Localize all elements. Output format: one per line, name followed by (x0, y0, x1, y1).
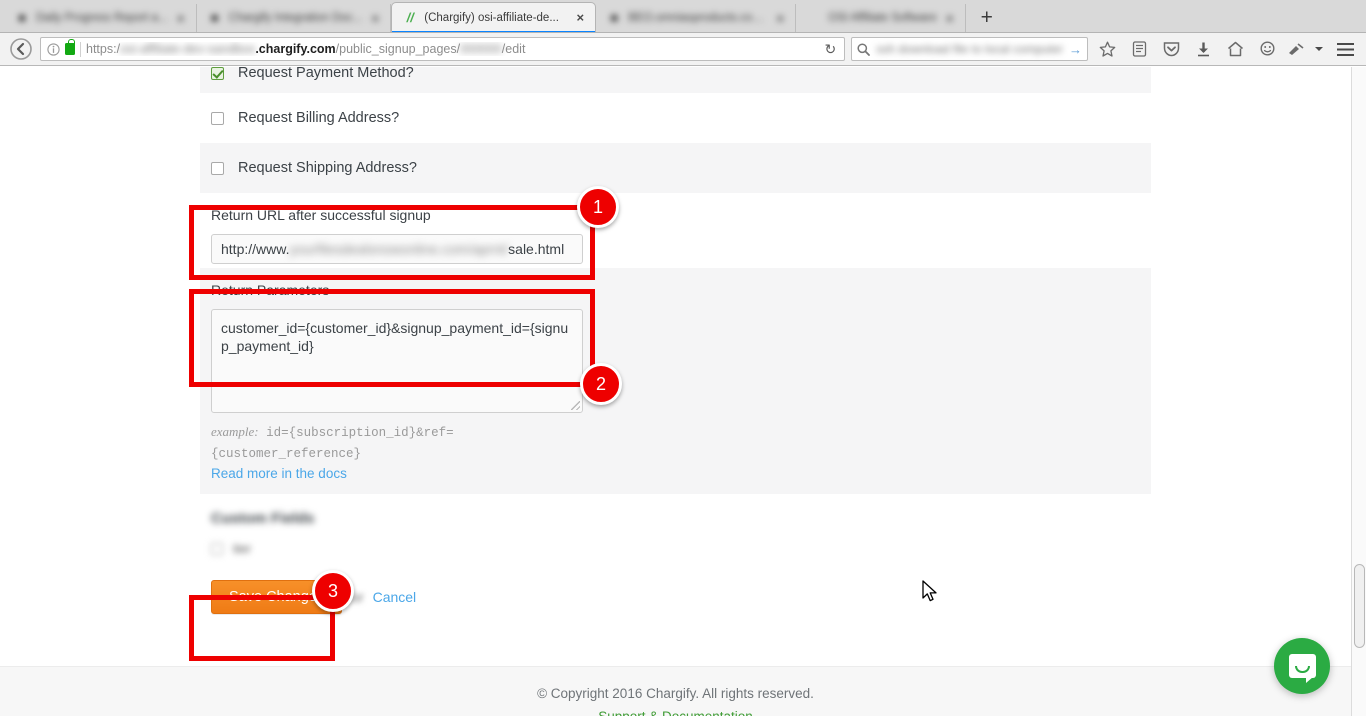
toolbar-dropdown-icon[interactable] (1312, 36, 1326, 62)
form-content-column: Request Payment Method? Request Billing … (200, 67, 1151, 614)
browser-tab-1[interactable]: ■ Daily Progress Report a... × (4, 4, 197, 32)
annotation-badge-2: 2 (580, 363, 622, 405)
url-domain: .chargify.com (255, 42, 336, 56)
page-footer: © Copyright 2016 Chargify. All rights re… (0, 666, 1351, 716)
return-parameters-value: customer_id={customer_id}&signup_payment… (221, 320, 569, 354)
tab-favicon-icon: ■ (210, 10, 219, 25)
home-icon[interactable] (1222, 36, 1248, 62)
cancel-link[interactable]: Cancel (373, 589, 417, 605)
scrollbar-thumb[interactable] (1354, 564, 1365, 648)
annotation-badge-1: 1 (577, 186, 619, 228)
url-path: /public_signup_pages/ (335, 42, 461, 56)
tab-title: Daily Progress Report a... (36, 12, 168, 24)
browser-tab-2[interactable]: ■ Chargify Integration Doc... × (197, 4, 392, 32)
chargify-slashes-icon: // (406, 9, 414, 25)
tab-close-icon[interactable]: × (943, 11, 957, 26)
url-bar[interactable]: https:/osi-affiliate-dev-sandbox .chargif… (40, 37, 846, 61)
mouse-cursor (922, 580, 940, 609)
return-url-value-blurred: yourfilesdealsnowonline.com/aprnt/ (289, 241, 509, 257)
custom-fields-section: Custom Fields tier (200, 494, 1151, 556)
search-bar[interactable]: ssh download file to local computer → (851, 37, 1088, 61)
request-billing-address-checkbox[interactable] (211, 111, 224, 125)
reload-icon[interactable]: ↻ (820, 41, 840, 58)
request-payment-method-checkbox[interactable] (211, 67, 224, 80)
url-text: https:/osi-affiliate-dev-sandbox .chargif… (86, 42, 815, 56)
request-shipping-address-checkbox[interactable] (211, 161, 224, 175)
tab-close-icon[interactable]: × (368, 11, 382, 26)
page-viewport: Request Payment Method? Request Billing … (0, 67, 1366, 716)
url-path-end: /edit (501, 42, 526, 56)
annotation-badge-3: 3 (312, 570, 354, 612)
return-url-block: Return URL after successful signup http:… (200, 193, 1151, 268)
tab-title: (Chargify) osi-affiliate-de... (424, 11, 559, 24)
url-id-blurred: 000000 (460, 42, 502, 56)
tab-close-icon[interactable]: × (573, 10, 587, 25)
footer-copyright: © Copyright 2016 Chargify. All rights re… (537, 686, 814, 701)
read-docs-link[interactable]: Read more in the docs (211, 466, 1140, 481)
tab-close-icon[interactable]: × (174, 11, 188, 26)
chat-bubble-icon (1288, 654, 1316, 683)
pocket-icon[interactable] (1158, 36, 1184, 62)
smile-icon (1294, 666, 1310, 673)
tab-title: OSI Affiliate Software (828, 12, 937, 24)
row-request-shipping-address[interactable]: Request Shipping Address? (200, 143, 1151, 193)
browser-tab-4[interactable]: ■ BEO.omniasproducts.com... × (596, 4, 797, 32)
return-parameters-example: example: id={subscription_id}&ref={custo… (211, 422, 591, 464)
url-subdomain-blurred: osi-affiliate-dev-sandbox (120, 42, 256, 56)
tab-favicon-icon (806, 10, 822, 26)
info-circle-icon (47, 42, 60, 56)
tab-title: Chargify Integration Doc... (228, 12, 363, 24)
search-icon (857, 42, 871, 56)
downloads-icon[interactable] (1190, 36, 1216, 62)
row-request-billing-address[interactable]: Request Billing Address? (200, 93, 1151, 143)
custom-field-checkbox[interactable] (211, 542, 223, 555)
request-payment-method-label: Request Payment Method? (238, 67, 414, 81)
url-divider (80, 41, 81, 57)
chat-smiley-icon[interactable] (1254, 36, 1280, 62)
browser-window: ■ Daily Progress Report a... × ■ Chargif… (0, 0, 1366, 716)
example-label: example: (211, 424, 259, 439)
custom-field-item[interactable]: tier (211, 541, 1140, 556)
tab-strip: ■ Daily Progress Report a... × ■ Chargif… (0, 0, 1366, 33)
custom-fields-title: Custom Fields (211, 510, 315, 527)
vertical-scrollbar[interactable] (1351, 67, 1366, 716)
search-input[interactable]: ssh download file to local computer (876, 42, 1063, 56)
return-url-label: Return URL after successful signup (211, 207, 431, 223)
tab-title: BEO.omniasproducts.com... (628, 12, 768, 24)
chargify-signup-page-edit-form: Request Payment Method? Request Billing … (0, 67, 1351, 716)
lock-icon (65, 39, 75, 55)
custom-field-label: tier (233, 541, 252, 556)
tab-favicon-icon: ■ (610, 10, 619, 25)
browser-tab-3-active[interactable]: // (Chargify) osi-affiliate-de... × (391, 2, 597, 32)
return-parameters-label: Return Parameters (211, 282, 330, 298)
request-shipping-address-label: Request Shipping Address? (238, 160, 417, 176)
intercom-chat-launcher[interactable] (1274, 638, 1330, 694)
site-identity[interactable] (47, 39, 75, 56)
browser-tab-5[interactable]: OSI Affiliate Software × (796, 4, 966, 32)
return-url-input[interactable]: http://www. yourfilesdealsnowonline.com/a… (211, 234, 583, 264)
return-url-value-suffix: sale.html (508, 241, 565, 257)
hamburger-menu-icon[interactable] (1332, 36, 1358, 62)
return-parameters-block: Return Parameters customer_id={customer_… (200, 268, 1151, 494)
search-go-icon[interactable]: → (1069, 42, 1082, 57)
textarea-resize-grip[interactable] (571, 401, 580, 410)
tab-favicon-icon: ■ (18, 10, 26, 25)
new-tab-button[interactable]: + (970, 4, 1004, 32)
request-billing-address-label: Request Billing Address? (238, 110, 400, 126)
back-button[interactable] (8, 36, 34, 62)
reading-list-icon[interactable] (1126, 36, 1152, 62)
return-parameters-textarea[interactable]: customer_id={customer_id}&signup_payment… (211, 309, 583, 413)
return-url-value-prefix: http://www. (221, 241, 290, 257)
navigation-toolbar: https:/osi-affiliate-dev-sandbox .chargif… (0, 33, 1366, 66)
footer-support-link[interactable]: Support & Documentation (0, 709, 1351, 716)
bookmark-star-icon[interactable] (1094, 36, 1120, 62)
url-scheme: https:/ (86, 42, 121, 56)
row-request-payment-method[interactable]: Request Payment Method? (200, 67, 1151, 93)
extension-icon[interactable] (1286, 36, 1306, 62)
tab-close-icon[interactable]: × (773, 11, 787, 26)
